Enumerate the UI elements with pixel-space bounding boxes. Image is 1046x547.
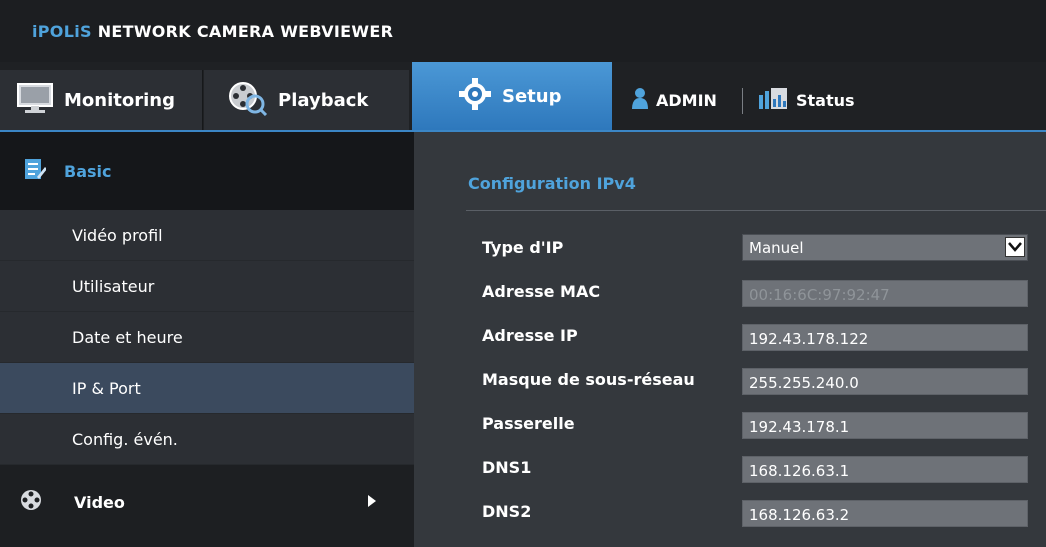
sidebar-item-config-even[interactable]: Config. évén.	[0, 414, 414, 465]
chevron-right-icon	[368, 495, 376, 507]
tab-monitoring[interactable]: Monitoring	[0, 70, 203, 130]
tab-playback-label: Playback	[278, 89, 369, 111]
document-edit-icon	[24, 158, 47, 184]
admin-label: ADMIN	[656, 90, 717, 110]
form-row-dns2: DNS2 168.126.63.2	[414, 496, 1046, 530]
form-row-dns1: DNS1 168.126.63.1	[414, 452, 1046, 486]
sidebar-section-basic[interactable]: Basic	[0, 132, 414, 210]
form-row-ip-type: Type d'IP Manuel	[414, 232, 1046, 266]
section-title: Configuration IPv4	[468, 174, 636, 193]
app-title-text: NETWORK CAMERA WEBVIEWER	[91, 22, 394, 41]
nav-bar: Monitoring Playback Setup ADMIN Status	[0, 62, 1046, 132]
form-row-mask: Masque de sous-réseau 255.255.240.0	[414, 364, 1046, 398]
tab-monitoring-label: Monitoring	[64, 89, 175, 111]
tab-setup[interactable]: Setup	[412, 62, 612, 130]
ip-type-value: Manuel	[749, 239, 804, 257]
sidebar-item-date-heure[interactable]: Date et heure	[0, 312, 414, 363]
sidebar-section-label: Video	[74, 492, 125, 512]
ip-label: Adresse IP	[482, 326, 578, 345]
mac-field: 00:16:6C:97:92:47	[742, 280, 1028, 307]
dns1-field[interactable]: 168.126.63.1	[742, 456, 1028, 483]
dns2-field[interactable]: 168.126.63.2	[742, 500, 1028, 527]
form-row-ip: Adresse IP 192.43.178.122	[414, 320, 1046, 354]
sidebar-section-label: Basic	[64, 161, 112, 181]
ip-type-select[interactable]: Manuel	[742, 234, 1028, 261]
sidebar-item-label: Utilisateur	[72, 276, 155, 296]
dns2-label: DNS2	[482, 502, 532, 521]
sidebar-item-label: Date et heure	[72, 327, 183, 347]
ip-type-label: Type d'IP	[482, 238, 564, 257]
ip-address-field[interactable]: 192.43.178.122	[742, 324, 1028, 351]
section-divider	[466, 210, 1046, 211]
admin-user-button[interactable]: ADMIN	[632, 70, 717, 130]
sidebar-item-label: Config. évén.	[72, 429, 178, 449]
sidebar-item-label: Vidéo profil	[72, 225, 163, 245]
mac-label: Adresse MAC	[482, 282, 601, 301]
user-icon	[632, 87, 648, 113]
sidebar-section-video[interactable]: Video	[0, 465, 414, 539]
sidebar-item-utilisateur[interactable]: Utilisateur	[0, 261, 414, 312]
film-reel-icon	[20, 489, 42, 515]
tab-playback[interactable]: Playback	[204, 70, 409, 130]
gateway-label: Passerelle	[482, 414, 575, 433]
status-chart-icon	[758, 87, 788, 113]
status-label: Status	[796, 90, 855, 110]
form-row-gateway: Passerelle 192.43.178.1	[414, 408, 1046, 442]
main-panel: Configuration IPv4 Type d'IP Manuel Adre…	[414, 132, 1046, 547]
monitor-icon	[16, 82, 54, 119]
form-row-mac: Adresse MAC 00:16:6C:97:92:47	[414, 276, 1046, 310]
sidebar: Basic Vidéo profil Utilisateur Date et h…	[0, 132, 414, 547]
sidebar-item-video-profil[interactable]: Vidéo profil	[0, 210, 414, 261]
sidebar-item-label: IP & Port	[72, 378, 141, 398]
gateway-field[interactable]: 192.43.178.1	[742, 412, 1028, 439]
subnet-mask-field[interactable]: 255.255.240.0	[742, 368, 1028, 395]
nav-divider	[742, 88, 743, 114]
mask-label: Masque de sous-réseau	[482, 370, 695, 389]
gear-icon	[458, 77, 492, 116]
chevron-down-icon[interactable]	[1005, 237, 1025, 257]
app-title: iPOLiS NETWORK CAMERA WEBVIEWER	[32, 22, 393, 41]
title-bar: iPOLiS NETWORK CAMERA WEBVIEWER	[0, 0, 1046, 62]
status-button[interactable]: Status	[758, 70, 855, 130]
film-reel-icon	[226, 80, 268, 121]
sidebar-item-ip-port[interactable]: IP & Port	[0, 363, 414, 414]
dns1-label: DNS1	[482, 458, 532, 477]
tab-setup-label: Setup	[502, 85, 562, 107]
app-title-brand: iPOLiS	[32, 22, 92, 41]
